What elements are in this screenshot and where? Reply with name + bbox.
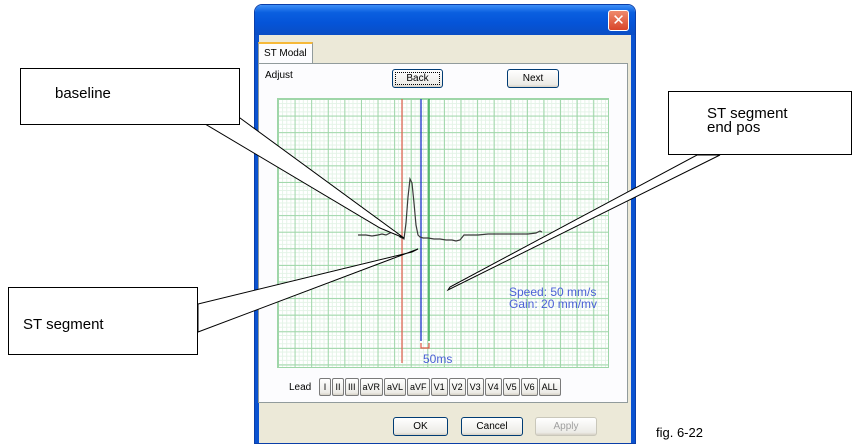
title-bar [255,5,635,35]
lead-button-v5[interactable]: V5 [502,378,520,396]
lead-button-v2[interactable]: V2 [448,378,466,396]
lead-button-i[interactable]: I [319,378,331,396]
lead-button-avr[interactable]: aVR [359,378,384,396]
st-modal-dialog: ✕ ST Modal Adjust Back Next Speed: 50 mm… [254,4,636,444]
gain-readout: Gain: 20 mm/mv [509,297,598,311]
lead-button-v4[interactable]: V4 [484,378,502,396]
lead-button-v3[interactable]: V3 [466,378,484,396]
lead-button-v6[interactable]: V6 [520,378,538,396]
ok-button[interactable]: OK [393,417,448,436]
back-button[interactable]: Back [392,69,443,88]
tab-panel: Adjust Back Next Speed: 50 mm/s Gain: 20… [258,63,628,403]
baseline-callout-text: baseline [55,85,111,102]
close-button[interactable]: ✕ [608,10,629,31]
window-frame-right [631,35,635,443]
apply-button-label: Apply [553,421,579,432]
adjust-label: Adjust [265,70,293,81]
apply-button[interactable]: Apply [535,417,597,436]
interval-bracket [420,343,430,349]
st-segment-callout: ST segment [8,287,198,355]
ok-button-label: OK [413,421,428,432]
lead-selector: I II III aVR aVL aVF V1 V2 V3 V4 V5 V6 ALL [319,378,561,396]
close-icon: ✕ [612,11,625,29]
lead-button-avl[interactable]: aVL [384,378,407,396]
interval-readout: 50ms [423,352,453,366]
focus-ring [395,72,440,85]
lead-button-ii[interactable]: II [332,378,344,396]
lead-label: Lead [289,382,312,393]
st-segment-callout-text: ST segment [23,316,104,333]
tab-st-modal[interactable]: ST Modal [258,42,313,65]
ecg-plot [358,99,543,363]
lead-button-iii[interactable]: III [345,378,359,396]
lead-button-avf[interactable]: aVF [407,378,430,396]
lead-button-all[interactable]: ALL [538,378,561,396]
figure-caption: fig. 6-22 [656,425,703,440]
cancel-button-label: Cancel [476,421,508,432]
lead-button-v1[interactable]: V1 [430,378,448,396]
st-segment-end-callout-line2: end pos [707,119,761,136]
st-segment-end-callout: ST segment end pos [668,91,852,155]
next-button-label: Next [522,73,544,84]
next-button[interactable]: Next [507,69,559,88]
cancel-button[interactable]: Cancel [461,417,523,436]
ecg-display[interactable]: Speed: 50 mm/s Gain: 20 mm/mv 50ms [277,98,609,368]
ecg-trace [358,176,543,242]
baseline-callout: baseline [20,68,240,125]
